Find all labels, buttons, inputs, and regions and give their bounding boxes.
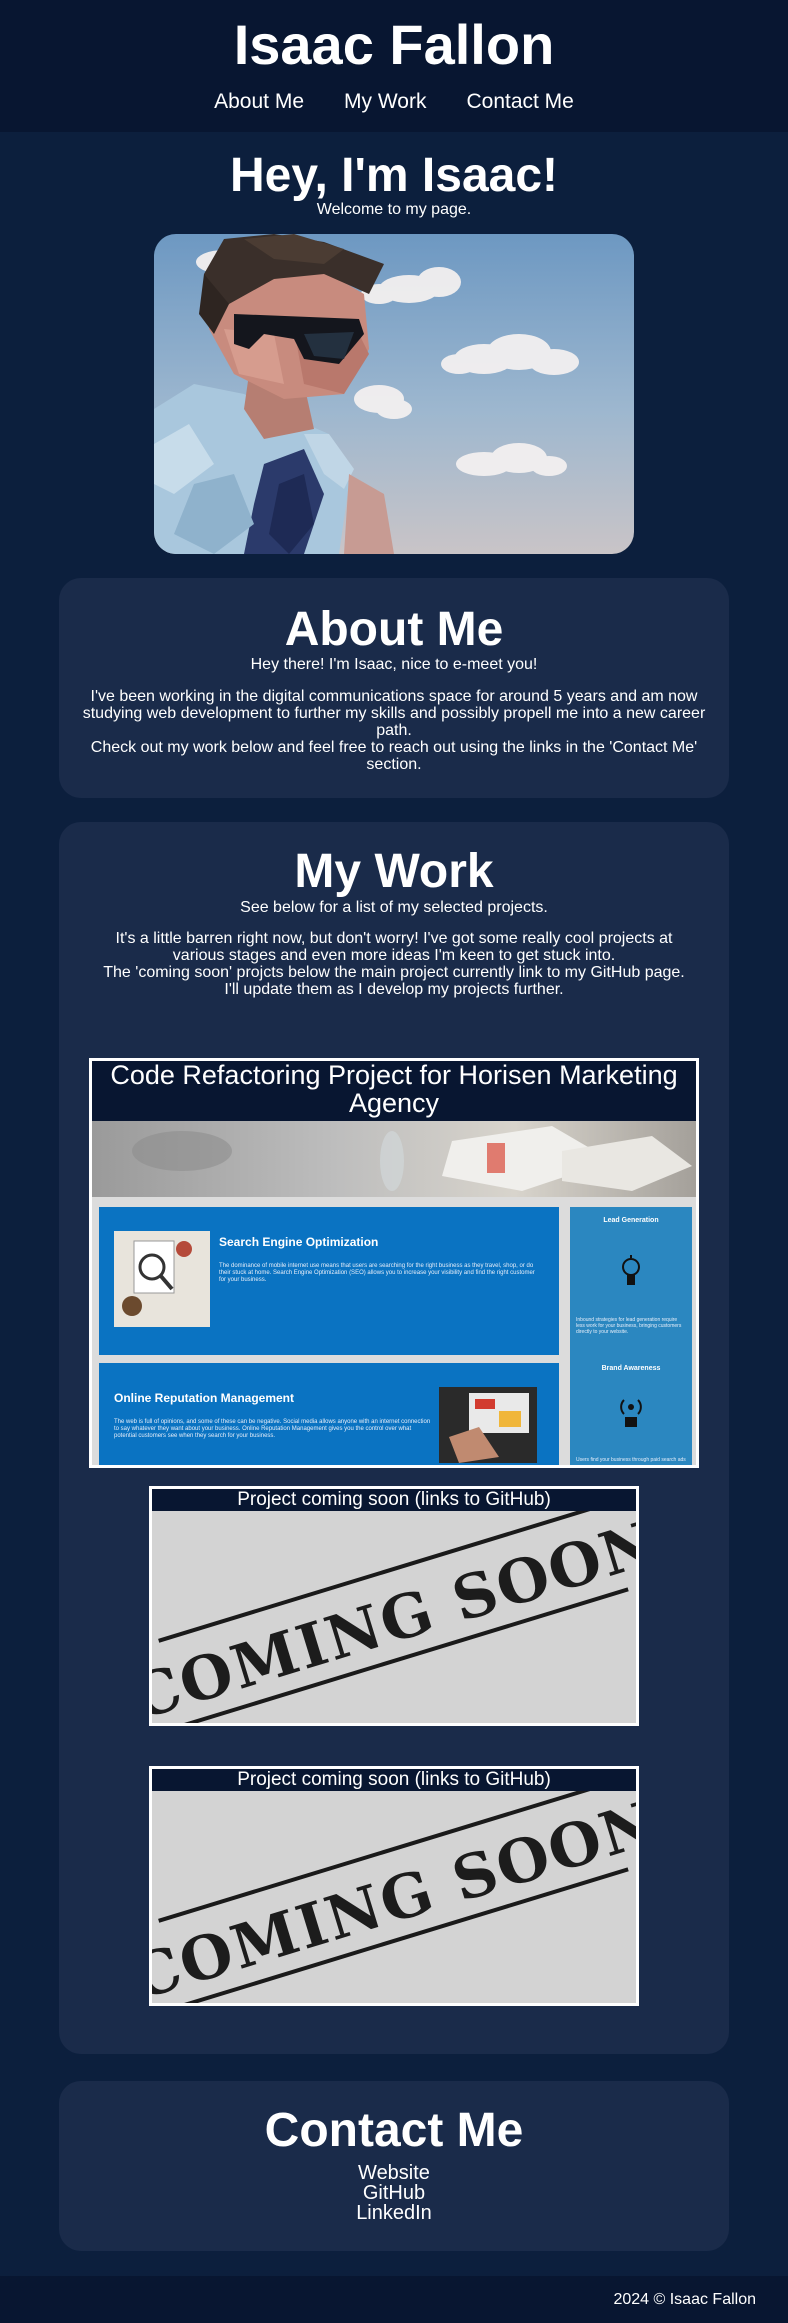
work-title: My Work: [294, 845, 494, 898]
orm-title: Online Reputation Management: [114, 1391, 295, 1405]
nav-link-work[interactable]: My Work: [344, 90, 426, 114]
project-card-coming-soon[interactable]: Project coming soon (links to GitHub) CO…: [149, 1486, 639, 1726]
about-body: I've been working in the digital communi…: [79, 688, 709, 773]
project-card-coming-soon[interactable]: Project coming soon (links to GitHub) CO…: [149, 1766, 639, 2006]
coming-soon-stamp: COMING SOON: [152, 1791, 636, 2003]
screenshot-banner-image: [92, 1121, 696, 1197]
contact-title: Contact Me: [264, 2104, 524, 2157]
hero-subtitle: Welcome to my page.: [316, 201, 472, 218]
orm-text: The web is full of opinions, and some of…: [114, 1419, 431, 1439]
about-intro: Hey there! I'm Isaac, nice to e-meet you…: [250, 656, 538, 673]
website-link[interactable]: Website: [358, 2163, 430, 2183]
project-title: Code Refactoring Project for Horisen Mar…: [110, 1060, 678, 1118]
orm-thumbnail: [439, 1387, 537, 1463]
site-title: Isaac Fallon: [233, 13, 555, 76]
brand-title: Brand Awareness: [601, 1365, 661, 1372]
copyright-text: 2024 © Isaac Fallon: [613, 2291, 756, 2308]
project-card-horisen[interactable]: Code Refactoring Project for Horisen Mar…: [89, 1058, 699, 1468]
about-paragraph: Check out my work below and feel free to…: [90, 739, 698, 773]
project-title: Project coming soon (links to GitHub): [152, 1769, 636, 1791]
svg-text:COMING SOON: COMING SOON: [152, 1791, 636, 2003]
about-section: About Me Hey there! I'm Isaac, nice to e…: [59, 578, 729, 798]
nav-link-contact[interactable]: Contact Me: [466, 90, 573, 114]
svg-text:COMING SOON: COMING SOON: [152, 1511, 636, 1723]
project-title: Project coming soon (links to GitHub): [152, 1489, 636, 1511]
broadcast-icon: [620, 1399, 642, 1427]
services-sidebar: Lead Generation Inbound strategies for l…: [570, 1207, 692, 1465]
work-intro: See below for a list of my selected proj…: [240, 899, 548, 916]
lead-text: Inbound strategies for lead generation r…: [576, 1317, 682, 1335]
seo-thumbnail: [114, 1231, 210, 1327]
profile-image: [154, 234, 634, 554]
contact-links: Website GitHub LinkedIn: [59, 2163, 729, 2223]
seo-text: The dominance of mobile internet use mea…: [219, 1263, 535, 1283]
work-paragraph: It's a little barren right now, but don'…: [115, 930, 673, 964]
site-footer: 2024 © Isaac Fallon: [0, 2276, 788, 2323]
seo-title: Search Engine Optimization: [219, 1235, 379, 1249]
about-title: About Me: [284, 603, 504, 656]
site-header: Isaac Fallon About Me My Work Contact Me: [0, 0, 788, 132]
brand-text: Users find your business through paid se…: [576, 1457, 686, 1463]
linkedin-link[interactable]: LinkedIn: [356, 2203, 432, 2223]
lead-title: Lead Generation: [603, 1217, 659, 1224]
about-paragraph: I've been working in the digital communi…: [82, 688, 706, 739]
work-paragraph: The 'coming soon' projcts below the main…: [103, 964, 685, 998]
coming-soon-stamp: COMING SOON: [152, 1511, 636, 1723]
work-body: It's a little barren right now, but don'…: [99, 930, 689, 998]
contact-section: Contact Me Website GitHub LinkedIn: [59, 2081, 729, 2251]
seo-panel: Search Engine Optimization The dominance…: [99, 1207, 559, 1355]
work-section: My Work See below for a list of my selec…: [59, 822, 729, 2054]
nav-link-about[interactable]: About Me: [214, 90, 304, 114]
orm-panel: Online Reputation Management The web is …: [99, 1363, 559, 1465]
project-screenshot: Search Engine Optimization The dominance…: [92, 1121, 696, 1465]
lightbulb-icon: [622, 1255, 640, 1285]
github-link[interactable]: GitHub: [363, 2183, 425, 2203]
main-nav: About Me My Work Contact Me: [0, 90, 788, 114]
hero-title: Hey, I'm Isaac!: [229, 149, 559, 202]
